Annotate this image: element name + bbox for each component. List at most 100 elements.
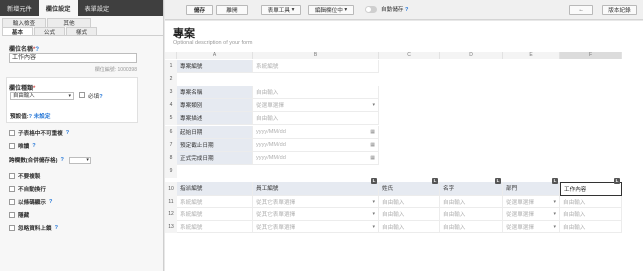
help-icon[interactable]: ? — [405, 7, 408, 13]
field-input-cell[interactable]: 自由輸入 — [253, 112, 379, 126]
field-input-cell[interactable]: yyyy/MM/dd ▦ — [253, 151, 379, 165]
version-history-button[interactable]: 版本紀錄 — [602, 5, 637, 15]
subtable-cell[interactable]: 自由輸入 — [379, 220, 440, 234]
field-type-select[interactable]: 自由輸入 ▾ — [10, 92, 74, 100]
field-label-cell[interactable]: 專案類別 — [177, 99, 253, 113]
subtable-cell[interactable]: 自由輸入 — [379, 195, 440, 209]
subtable-cell[interactable]: 自由輸入 — [560, 208, 622, 221]
subtable-cell[interactable]: 自由輸入 — [560, 220, 622, 234]
column-header-a[interactable]: A — [177, 52, 253, 59]
row-number[interactable]: 2 — [165, 73, 177, 87]
help-icon[interactable]: ? — [49, 199, 52, 205]
column-header-e[interactable]: E — [503, 52, 560, 59]
field-label-cell[interactable]: 專案名稱 — [177, 86, 253, 100]
form-tools-button[interactable]: 表單工具 ▾ — [261, 5, 301, 15]
row-number[interactable]: 6 — [165, 125, 177, 139]
subtable-cell[interactable]: 從其它表單選擇 ▾ — [253, 195, 379, 209]
option-no-duplicate[interactable]: 子表格中不可重複 ? — [9, 128, 69, 138]
calendar-icon[interactable]: ▦ — [370, 129, 375, 135]
row-number[interactable]: 12 — [165, 208, 177, 221]
subtable-cell[interactable]: 自由輸入 — [440, 195, 503, 209]
help-icon[interactable]: ? — [55, 225, 58, 231]
field-label-cell[interactable]: 專案描述 — [177, 112, 253, 126]
form-title[interactable]: 專案 — [173, 25, 195, 41]
field-input-cell[interactable]: 系統編號 — [253, 60, 379, 74]
back-button[interactable]: ← — [569, 5, 593, 15]
subtable-cell[interactable]: 自由輸入 — [440, 208, 503, 221]
form-description[interactable]: Optional description of your form — [173, 40, 252, 46]
option-checkbox[interactable] — [9, 212, 15, 218]
close-button[interactable]: 離開 — [216, 5, 248, 15]
tab-formula[interactable]: 公式 — [34, 27, 65, 36]
subtable-header-cell[interactable]: 名字 — [440, 181, 503, 196]
option-checkbox[interactable] — [9, 225, 15, 231]
field-input-cell[interactable]: yyyy/MM/dd ▦ — [253, 125, 379, 139]
field-label-cell[interactable]: 專案編號 — [177, 60, 253, 74]
edit-field-button[interactable]: 編輯欄位中 ▾ — [308, 5, 354, 15]
row-number[interactable]: 4 — [165, 99, 177, 113]
subtable-cell[interactable]: 自由輸入 — [379, 208, 440, 221]
tab-field-settings[interactable]: 欄位設定 — [38, 0, 78, 16]
tab-form-settings[interactable]: 表單設定 — [78, 0, 117, 16]
option-checkbox[interactable] — [9, 186, 15, 192]
field-input-cell[interactable]: 從選單選擇 ▾ — [253, 99, 379, 113]
row-number[interactable]: 8 — [165, 151, 177, 165]
column-header-d[interactable]: D — [440, 52, 503, 59]
row-number[interactable]: 5 — [165, 112, 177, 126]
calendar-icon[interactable]: ▦ — [370, 155, 375, 161]
subtable-cell[interactable]: 從選單選擇 ▾ — [503, 208, 560, 221]
tab-other[interactable]: 其他 — [47, 18, 91, 27]
row-number[interactable]: 9 — [165, 164, 177, 178]
row-number[interactable]: 10 — [165, 181, 177, 196]
row-number[interactable]: 11 — [165, 195, 177, 209]
calendar-icon[interactable]: ▦ — [370, 142, 375, 148]
subtable-cell[interactable]: 從選單選擇 ▾ — [503, 220, 560, 234]
subtable-header-cell[interactable]: 指派編號 — [177, 181, 253, 196]
option-barcode[interactable]: 以條碼顯示 ? — [9, 197, 52, 207]
autosave-toggle[interactable] — [365, 6, 377, 13]
default-value-link[interactable]: 未設定 — [34, 114, 51, 120]
field-input-cell[interactable]: yyyy/MM/dd ▦ — [253, 138, 379, 152]
option-readonly[interactable]: 唯讀 ? — [9, 141, 36, 151]
option-ignore-lock[interactable]: 忽略資料上鎖 ? — [9, 223, 58, 233]
option-checkbox[interactable] — [9, 199, 15, 205]
subtable-header-cell[interactable]: 員工編號 — [253, 181, 379, 196]
subtable-cell[interactable]: 系統編號 — [177, 195, 253, 209]
row-number[interactable]: 13 — [165, 220, 177, 234]
subtable-cell[interactable]: 系統編號 — [177, 220, 253, 234]
help-icon[interactable]: ? — [32, 143, 35, 149]
subtable-cell[interactable]: 自由輸入 — [560, 195, 622, 209]
subtable-cell[interactable]: 系統編號 — [177, 208, 253, 221]
tab-style[interactable]: 樣式 — [66, 27, 97, 36]
option-checkbox[interactable] — [9, 143, 15, 149]
subtable-cell[interactable]: 從選單選擇 ▾ — [503, 195, 560, 209]
subtable-cell[interactable]: 從其它表單選擇 ▾ — [253, 208, 379, 221]
option-checkbox[interactable] — [9, 173, 15, 179]
help-icon[interactable]: ? — [60, 157, 63, 163]
option-no-wrap[interactable]: 不自動換行 — [9, 184, 46, 194]
column-header-c[interactable]: C — [379, 52, 440, 59]
subtable-header-cell[interactable]: 姓氏 — [379, 181, 440, 196]
help-icon[interactable]: ? — [99, 94, 102, 100]
field-name-input[interactable]: 工作內容 — [9, 53, 137, 63]
column-header-f[interactable]: F — [560, 52, 622, 59]
subtable-cell[interactable]: 自由輸入 — [440, 220, 503, 234]
required-checkbox[interactable] — [79, 92, 85, 98]
option-checkbox[interactable] — [9, 130, 15, 136]
row-number[interactable]: 1 — [165, 60, 177, 74]
subtable-header-cell[interactable]: 工作內容 — [560, 181, 622, 196]
field-label-cell[interactable]: 正式完成日期 — [177, 151, 253, 165]
row-number[interactable]: 7 — [165, 138, 177, 152]
column-header-b[interactable]: B — [253, 52, 379, 59]
field-input-cell[interactable]: 自由輸入 — [253, 86, 379, 100]
tab-input-check[interactable]: 輸入檢查 — [2, 18, 46, 27]
field-label-cell[interactable]: 預定截止日期 — [177, 138, 253, 152]
colspan-select[interactable]: ▾ — [68, 156, 91, 164]
save-button[interactable]: 儲存 — [186, 5, 213, 15]
subtable-cell[interactable]: 從其它表單選擇 ▾ — [253, 220, 379, 234]
field-label-cell[interactable]: 起始日期 — [177, 125, 253, 139]
option-hidden[interactable]: 隱藏 — [9, 210, 29, 220]
help-icon[interactable]: ? — [66, 130, 69, 136]
row-number[interactable]: 3 — [165, 86, 177, 100]
tab-basic[interactable]: 基本 — [2, 27, 33, 36]
